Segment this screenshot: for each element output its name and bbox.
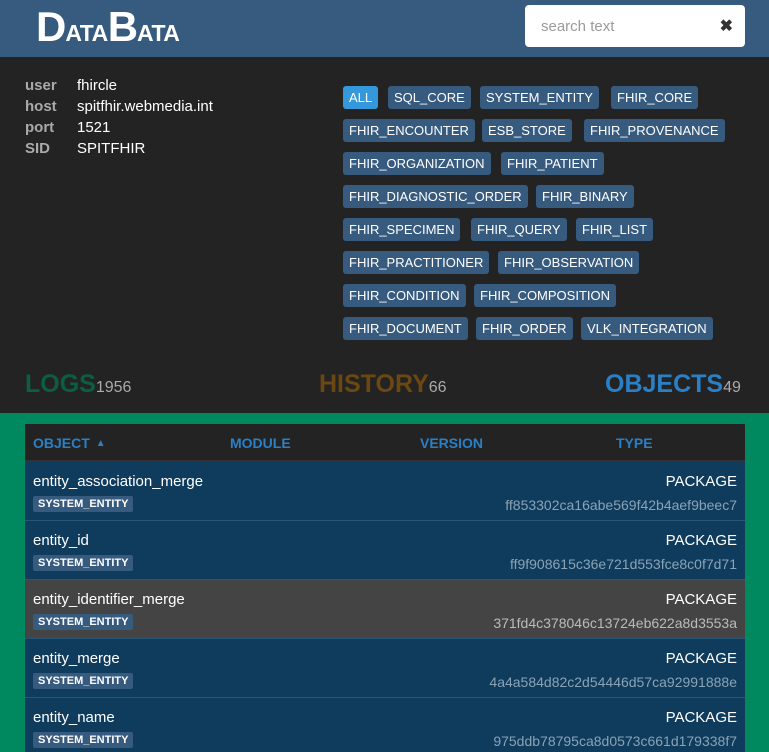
table-header: OBJECT ▲ MODULE VERSION TYPE	[25, 424, 745, 462]
module-badge[interactable]: SYSTEM_ENTITY	[33, 614, 134, 630]
object-type: PACKAGE	[665, 709, 737, 726]
objects-counter[interactable]: OBJECTS49	[605, 370, 741, 399]
connection-key: host	[25, 98, 57, 115]
search-input[interactable]	[525, 5, 715, 47]
table-row[interactable]: entity_merge SYSTEM_ENTITY PACKAGE 4a4a584d…	[25, 639, 745, 698]
table-body: entity_association_merge SYSTEM_ENTITY PAC…	[25, 462, 745, 752]
column-version[interactable]: VERSION	[420, 435, 483, 451]
connection-key: user	[25, 77, 57, 94]
objects-table: OBJECT ▲ MODULE VERSION TYPE entity_assoc…	[25, 424, 745, 752]
tag-fhir-query[interactable]: FHIR_QUERY	[471, 218, 567, 241]
connection-info: user fhircle host spitfhir.webmedia.int port…	[25, 77, 213, 161]
tag-fhir-document[interactable]: FHIR_DOCUMENT	[343, 317, 468, 340]
module-badge[interactable]: SYSTEM_ENTITY	[33, 673, 134, 689]
tag-fhir-composition[interactable]: FHIR_COMPOSITION	[474, 284, 617, 307]
tag-system-entity[interactable]: SYSTEM_ENTITY	[480, 86, 599, 109]
tag-fhir-encounter[interactable]: FHIR_ENCOUNTER	[343, 119, 475, 142]
module-badge[interactable]: SYSTEM_ENTITY	[33, 732, 134, 748]
tag-esb-store[interactable]: ESB_STORE	[482, 119, 572, 142]
connection-value: SPITFHIR	[77, 140, 146, 157]
logo[interactable]: DATABATA	[36, 6, 180, 48]
table-row[interactable]: entity_association_merge SYSTEM_ENTITY PAC…	[25, 462, 745, 521]
column-module[interactable]: MODULE	[230, 435, 291, 451]
tag-sql-core[interactable]: SQL_CORE	[388, 86, 471, 109]
object-version-hash: 975ddb78795ca8d0573c661d179338f7	[493, 733, 737, 749]
object-version-hash: 4a4a584d82c2d54446d57ca92991888e	[489, 674, 737, 690]
connection-value: fhircle	[77, 77, 118, 94]
object-type: PACKAGE	[665, 591, 737, 608]
tag-fhir-order[interactable]: FHIR_ORDER	[476, 317, 573, 340]
tag-fhir-practitioner[interactable]: FHIR_PRACTITIONER	[343, 251, 490, 274]
tag-fhir-patient[interactable]: FHIR_PATIENT	[501, 152, 604, 175]
history-count: 66	[428, 379, 447, 396]
object-type: PACKAGE	[665, 473, 737, 490]
tag-fhir-diagnostic-order[interactable]: FHIR_DIAGNOSTIC_ORDER	[343, 185, 528, 208]
tag-vlk-integration[interactable]: VLK_INTEGRATION	[581, 317, 713, 340]
sort-asc-icon: ▲	[95, 438, 106, 449]
connection-row-user: user fhircle	[25, 77, 213, 98]
logs-counter[interactable]: LOGS1956	[25, 370, 131, 399]
tag-fhir-core[interactable]: FHIR_CORE	[611, 86, 699, 109]
connection-value: spitfhir.webmedia.int	[77, 98, 213, 115]
object-type: PACKAGE	[665, 650, 737, 667]
object-name: entity_name	[33, 709, 115, 726]
column-type[interactable]: TYPE	[616, 435, 653, 451]
module-badge[interactable]: SYSTEM_ENTITY	[33, 555, 134, 571]
connection-key: port	[25, 119, 55, 136]
tag-fhir-organization[interactable]: FHIR_ORGANIZATION	[343, 152, 491, 175]
tag-all[interactable]: ALL	[343, 86, 379, 109]
connection-row-host: host spitfhir.webmedia.int	[25, 98, 213, 119]
object-version-hash: ff853302ca16abe569f42b4aef9beec7	[505, 497, 737, 513]
module-badge[interactable]: SYSTEM_ENTITY	[33, 496, 134, 512]
top-bar: DATABATA ✖	[0, 0, 769, 57]
tag-fhir-condition[interactable]: FHIR_CONDITION	[343, 284, 466, 307]
tag-fhir-observation[interactable]: FHIR_OBSERVATION	[498, 251, 640, 274]
connection-value: 1521	[77, 119, 111, 136]
tag-fhir-list[interactable]: FHIR_LIST	[576, 218, 654, 241]
connection-row-port: port 1521	[25, 119, 213, 140]
close-icon[interactable]: ✖	[720, 16, 733, 36]
connection-row-sid: SID SPITFHIR	[25, 140, 213, 161]
object-type: PACKAGE	[665, 532, 737, 549]
connection-key: SID	[25, 140, 51, 157]
history-counter[interactable]: HISTORY66	[319, 370, 447, 399]
search-box: ✖	[525, 5, 745, 47]
objects-count: 49	[723, 379, 741, 396]
table-row[interactable]: entity_identifier_merge SYSTEM_ENTITY PACK…	[25, 580, 745, 639]
object-name: entity_id	[33, 532, 89, 549]
column-object[interactable]: OBJECT ▲	[33, 435, 106, 451]
table-row[interactable]: entity_id SYSTEM_ENTITY PACKAGE ff9f908615c…	[25, 521, 745, 580]
object-name: entity_merge	[33, 650, 120, 667]
logs-count: 1956	[95, 379, 132, 396]
object-version-hash: 371fd4c378046c13724eb622a8d3553a	[493, 615, 737, 631]
tag-fhir-provenance[interactable]: FHIR_PROVENANCE	[584, 119, 725, 142]
table-row[interactable]: entity_name SYSTEM_ENTITY PACKAGE 975ddb787…	[25, 698, 745, 752]
object-name: entity_identifier_merge	[33, 591, 185, 608]
tag-fhir-binary[interactable]: FHIR_BINARY	[536, 185, 634, 208]
tag-fhir-specimen[interactable]: FHIR_SPECIMEN	[343, 218, 461, 241]
object-version-hash: ff9f908615c36e721d553fce8c0f7d71	[509, 556, 737, 572]
object-name: entity_association_merge	[33, 473, 204, 490]
